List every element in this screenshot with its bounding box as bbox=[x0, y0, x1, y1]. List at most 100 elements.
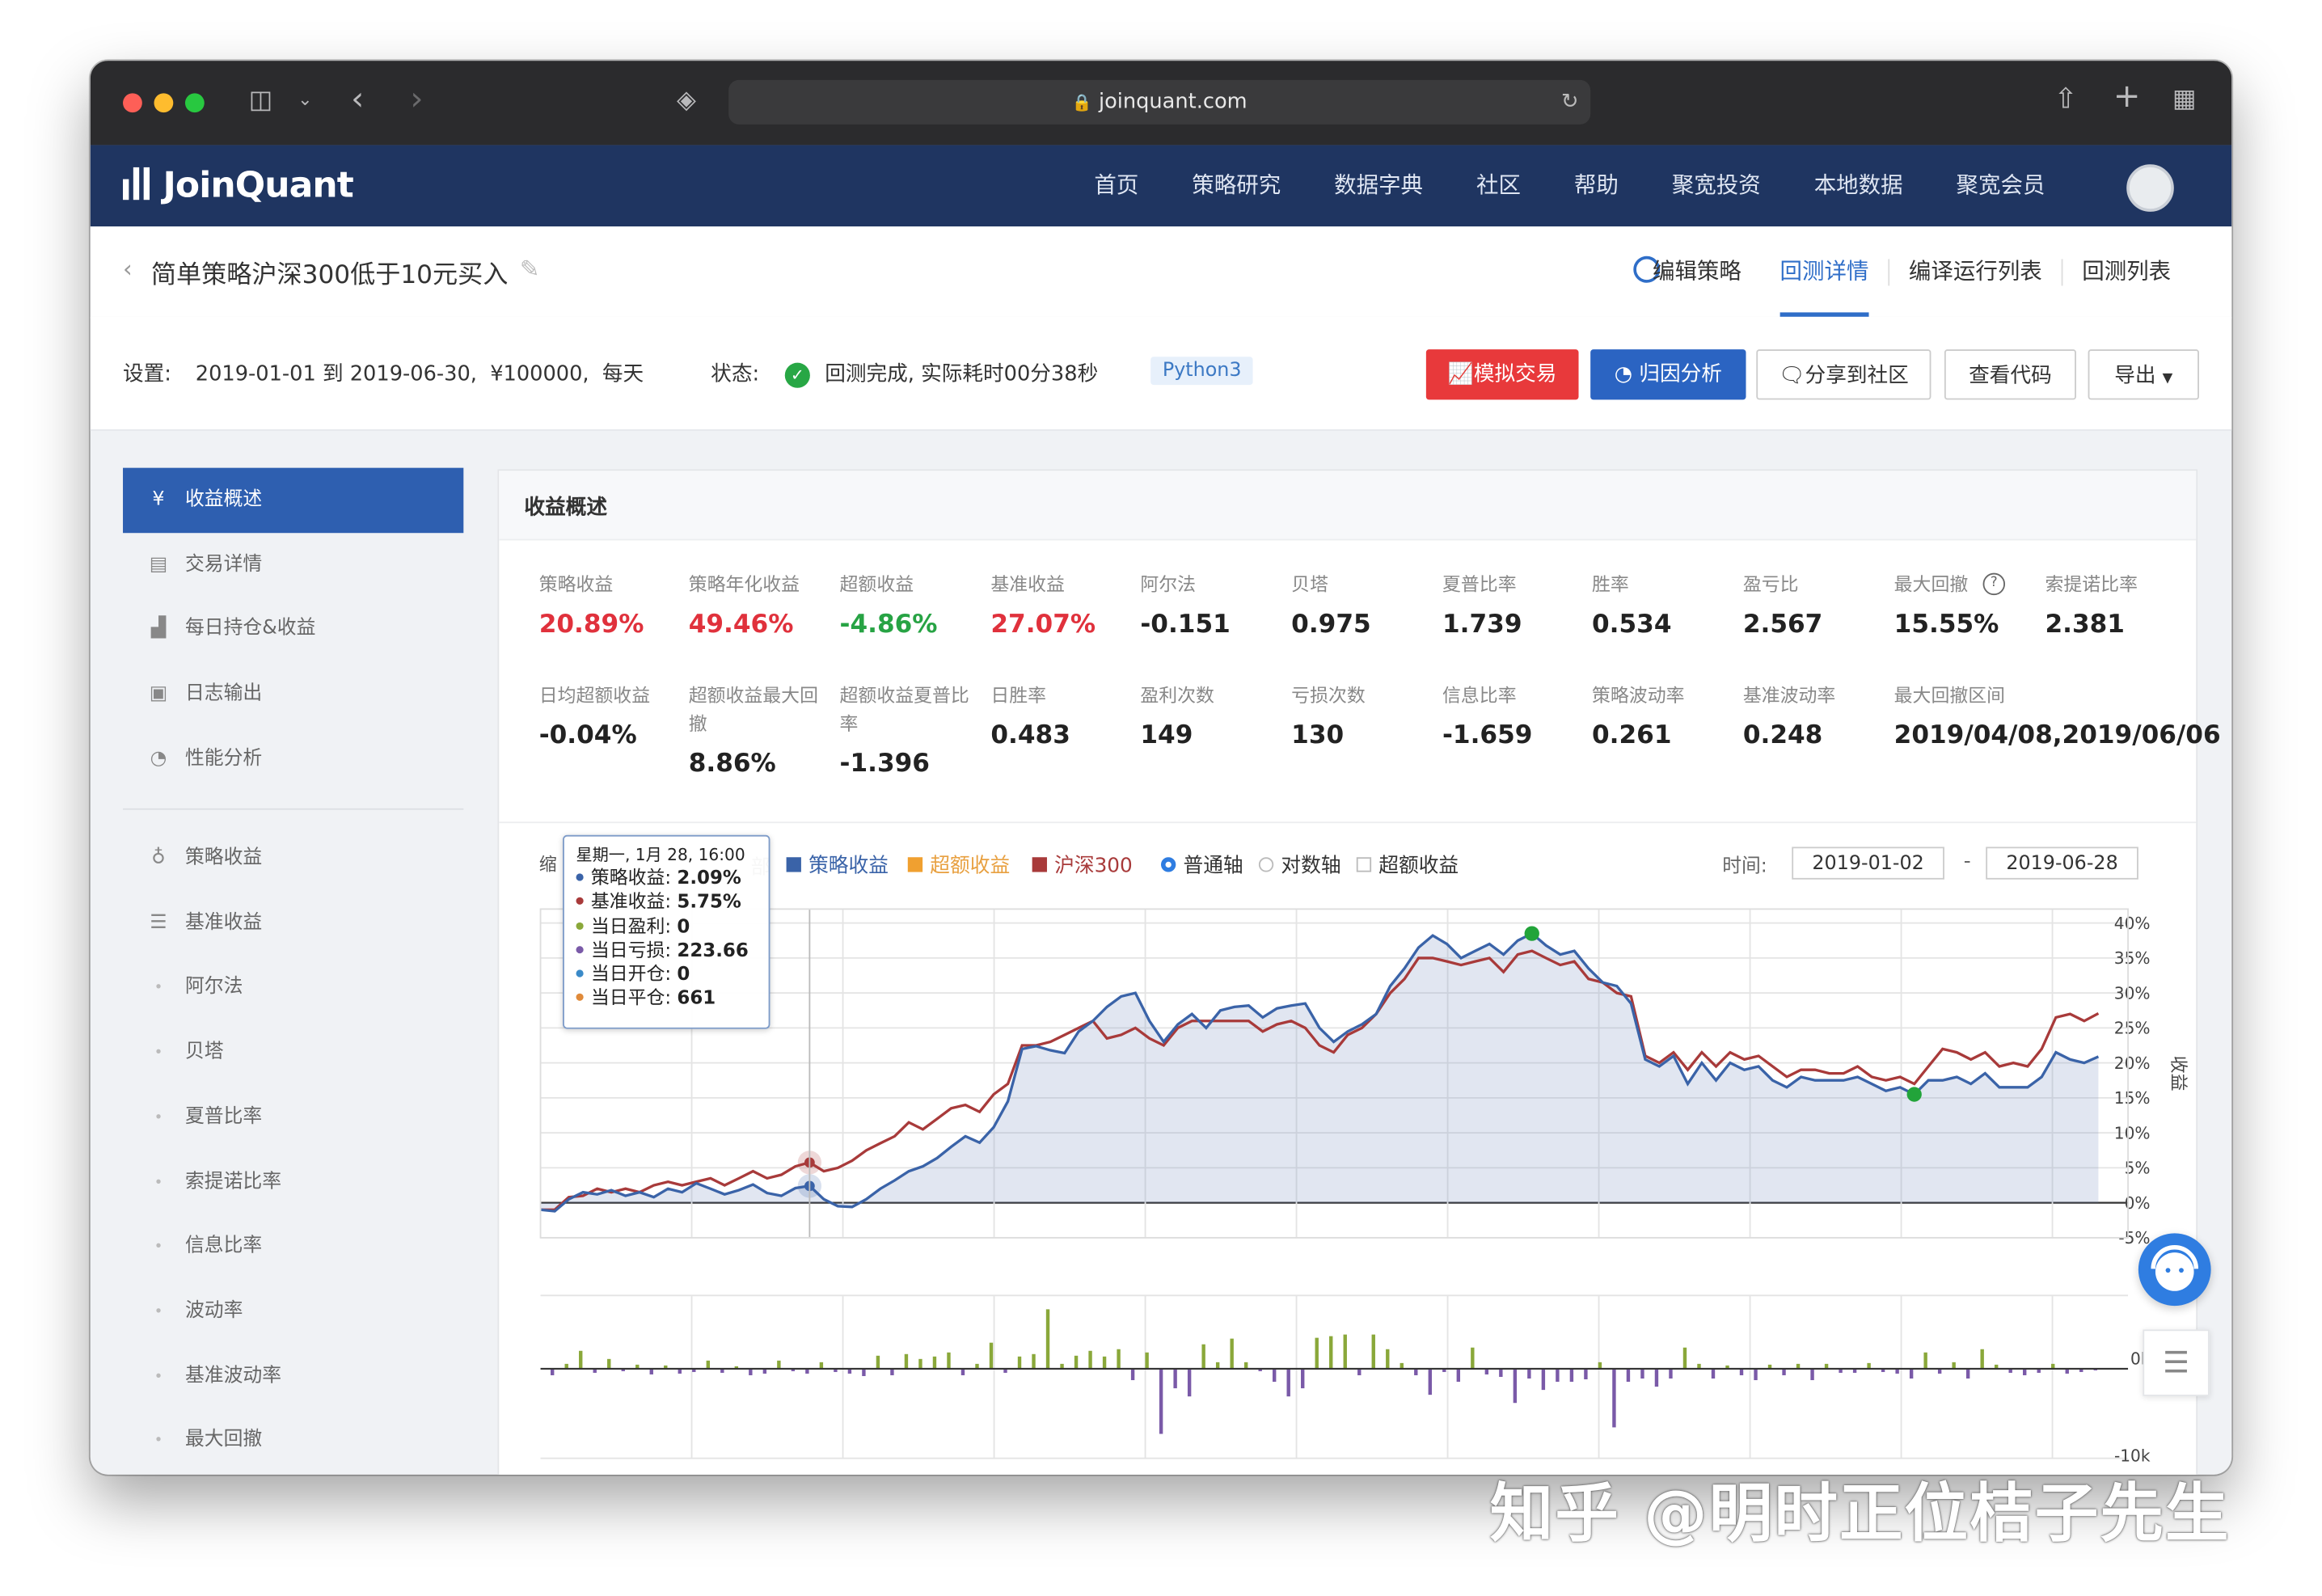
simulate-trading-button[interactable]: 📈模拟交易 bbox=[1425, 349, 1579, 400]
pie-icon: ◔ bbox=[150, 747, 167, 770]
tab-0[interactable]: 编辑策略 bbox=[1633, 226, 1761, 317]
metric-value: 20.89% bbox=[538, 610, 644, 640]
y-tick-label: 35% bbox=[2114, 948, 2151, 968]
pnl-bar bbox=[1669, 1368, 1673, 1379]
sidebar-item-label: 每日持仓&收益 bbox=[184, 618, 316, 640]
joinquant-logo[interactable]: JoinQuant bbox=[123, 164, 354, 209]
headset-icon bbox=[2151, 1245, 2199, 1291]
pnl-bar bbox=[890, 1368, 894, 1375]
url-bar[interactable]: 🔒 joinquant.com ↻ bbox=[728, 79, 1591, 125]
pnl-bar bbox=[932, 1356, 937, 1369]
returns-line-chart[interactable]: 40%35%30%25%20%15%10%5%0%-5%收益 bbox=[529, 897, 2196, 1252]
pencil-icon[interactable]: ✎ bbox=[520, 255, 540, 283]
sidebar-metric-9[interactable]: • 最大回撤 bbox=[123, 1408, 463, 1474]
sidebar-metric-1[interactable]: ☰ 基准收益 bbox=[123, 891, 463, 956]
sidebar-item-0[interactable]: ¥ 收益概述 bbox=[123, 467, 464, 534]
normal-axis-radio[interactable]: 普通轴 bbox=[1161, 848, 1243, 878]
legend-strategy[interactable]: 策略收益 bbox=[786, 848, 889, 878]
sidebar-item-label: 波动率 bbox=[184, 1299, 243, 1323]
minimize-window-button[interactable] bbox=[154, 93, 174, 113]
sidebar-item-4[interactable]: ◔ 性能分析 bbox=[123, 727, 463, 792]
nav-item[interactable]: 帮助 bbox=[1547, 145, 1645, 226]
end-date-input[interactable]: 2019-06-28 bbox=[1986, 847, 2138, 880]
pnl-bar bbox=[1187, 1368, 1192, 1397]
nav-item[interactable]: 数据字典 bbox=[1307, 145, 1450, 226]
help-circle-icon[interactable]: ? bbox=[1982, 572, 2006, 596]
sidebar-item-2[interactable]: ▟ 每日持仓&收益 bbox=[123, 597, 463, 663]
pnl-bar bbox=[1965, 1368, 1970, 1379]
daily-pnl-bar-chart[interactable]: 0k-10k bbox=[529, 1293, 2196, 1475]
metric2-5: 亏损次数 130 bbox=[1291, 681, 1439, 750]
nav-item[interactable]: 聚宽会员 bbox=[1930, 145, 2072, 226]
nav-item[interactable]: 本地数据 bbox=[1788, 145, 1930, 226]
radio-unchecked-icon bbox=[1258, 857, 1274, 872]
y-tick-label: 30% bbox=[2114, 983, 2151, 1003]
attribution-analysis-button[interactable]: ◔ 归因分析 bbox=[1590, 349, 1746, 400]
sidebar-item-label: 索提诺比率 bbox=[184, 1170, 282, 1193]
log-axis-radio[interactable]: 对数轴 bbox=[1258, 848, 1341, 878]
reload-icon[interactable]: ↻ bbox=[1561, 80, 1578, 125]
excess-return-checkbox[interactable]: 超额收益 bbox=[1356, 848, 1459, 878]
metric-value: 0.975 bbox=[1291, 610, 1371, 640]
pnl-bar bbox=[1230, 1338, 1234, 1369]
nav-item[interactable]: 聚宽投资 bbox=[1645, 145, 1788, 226]
metric-value: 2.567 bbox=[1742, 610, 1823, 640]
metric-value: -0.151 bbox=[1140, 610, 1231, 640]
sidebar-metric-5[interactable]: • 索提诺比率 bbox=[123, 1150, 463, 1215]
tab-overview-icon[interactable]: ▦ bbox=[2172, 84, 2196, 114]
metric-9: 最大回撤 15.55%? bbox=[1894, 570, 2042, 640]
browser-titlebar: ◫ ⌄ ‹ › ◈ 🔒 joinquant.com ↻ ⇧ + ▦ bbox=[90, 61, 2232, 146]
tab-1[interactable]: 回测详情 bbox=[1761, 226, 1889, 317]
sidebar-metric-7[interactable]: • 波动率 bbox=[123, 1279, 463, 1345]
metric-value: -1.396 bbox=[839, 749, 930, 779]
share-to-community-button[interactable]: 🗨分享到社区 bbox=[1756, 349, 1931, 400]
sidebar-metric-6[interactable]: • 信息比率 bbox=[123, 1214, 463, 1280]
tab-2[interactable]: 编译运行列表 bbox=[1889, 226, 2061, 317]
forward-arrow-icon[interactable]: › bbox=[410, 82, 423, 119]
watermark-text: 知乎 @明时正位桔子先生 bbox=[1489, 1477, 2231, 1552]
sidebar-metric-0[interactable]: ♁ 策略收益 bbox=[123, 826, 463, 892]
sidebar-metric-8[interactable]: • 基准波动率 bbox=[123, 1344, 463, 1409]
new-tab-icon[interactable]: + bbox=[2113, 78, 2141, 116]
close-window-button[interactable] bbox=[123, 93, 142, 113]
export-dropdown-button[interactable]: 导出 ▼ bbox=[2088, 349, 2199, 400]
start-date-input[interactable]: 2019-01-02 bbox=[1792, 847, 1944, 880]
pnl-bar bbox=[904, 1353, 909, 1369]
sidebar-item-1[interactable]: ▤ 交易详情 bbox=[123, 533, 463, 598]
view-code-button[interactable]: 查看代码 bbox=[1944, 349, 2076, 400]
chevron-down-icon[interactable]: ⌄ bbox=[298, 89, 312, 110]
list-menu-button[interactable]: ☰ bbox=[2143, 1329, 2210, 1396]
pnl-bar bbox=[1386, 1349, 1390, 1369]
metric-label: 夏普比率 bbox=[1442, 572, 1517, 596]
sidebar-metric-2[interactable]: • 阿尔法 bbox=[123, 956, 463, 1021]
share-icon[interactable]: ⇧ bbox=[2054, 83, 2077, 116]
shield-icon[interactable]: ◈ bbox=[677, 86, 696, 116]
status-label: 状态: bbox=[711, 362, 760, 386]
nav-item[interactable]: 策略研究 bbox=[1165, 145, 1307, 226]
sidebar-item-label: 贝塔 bbox=[184, 1041, 224, 1063]
maximize-window-button[interactable] bbox=[184, 93, 205, 113]
sidebar-item-label: 策略收益 bbox=[184, 847, 263, 869]
pnl-bar bbox=[1117, 1349, 1121, 1369]
legend-benchmark[interactable]: 沪深300 bbox=[1032, 848, 1133, 878]
legend-excess[interactable]: 超额收益 bbox=[907, 848, 1010, 878]
sidebar-toggle-icon[interactable]: ◫ bbox=[249, 86, 272, 116]
metric-label: 基准收益 bbox=[990, 572, 1065, 596]
sidebar-item-label: 收益概述 bbox=[184, 488, 263, 511]
pnl-bar bbox=[1074, 1355, 1079, 1369]
strategy-title: 简单策略沪深300低于10元买入 bbox=[150, 260, 509, 290]
sidebar-metric-4[interactable]: • 夏普比率 bbox=[123, 1085, 463, 1151]
bullet-icon: • bbox=[154, 1045, 163, 1062]
nav-item[interactable]: 首页 bbox=[1067, 145, 1165, 226]
user-avatar[interactable] bbox=[2126, 164, 2174, 212]
back-chevron-icon[interactable]: ‹ bbox=[123, 255, 133, 283]
sidebar-metric-3[interactable]: • 贝塔 bbox=[123, 1020, 463, 1086]
nav-item[interactable]: 社区 bbox=[1450, 145, 1547, 226]
metric-label: 胜率 bbox=[1592, 572, 1629, 596]
back-arrow-icon[interactable]: ‹ bbox=[351, 82, 364, 119]
customer-service-button[interactable] bbox=[2138, 1233, 2211, 1307]
tab-3[interactable]: 回测列表 bbox=[2062, 226, 2190, 317]
pnl-bar bbox=[1017, 1356, 1022, 1369]
sidebar-item-3[interactable]: ▣ 日志输出 bbox=[123, 662, 463, 728]
y-axis-label: 收益 bbox=[2168, 1056, 2188, 1091]
